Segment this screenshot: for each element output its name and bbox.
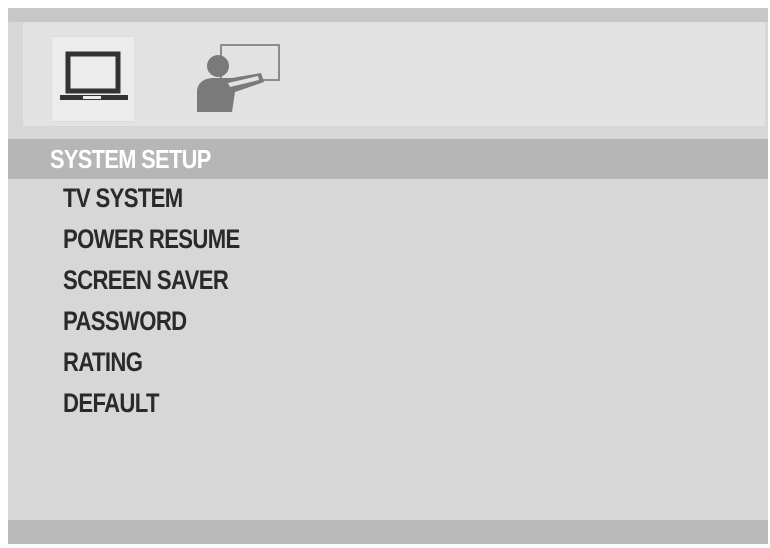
laptop-icon <box>60 51 128 100</box>
menu-item-rating[interactable]: RATING <box>63 342 240 383</box>
page-title: SYSTEM SETUP <box>50 144 211 174</box>
menu-item-password[interactable]: PASSWORD <box>63 301 240 342</box>
menu-item-screen-saver[interactable]: SCREEN SAVER <box>63 260 240 301</box>
menu-item-default[interactable]: DEFAULT <box>63 383 240 424</box>
top-border <box>8 8 768 22</box>
setup-category-bar <box>23 22 765 126</box>
setup-menu-screen: SYSTEM SETUP TV SYSTEM POWER RESUME SCRE… <box>8 8 768 544</box>
user-setup-tab[interactable] <box>187 42 283 114</box>
setup-options-list: TV SYSTEM POWER RESUME SCREEN SAVER PASS… <box>63 178 278 424</box>
section-header: SYSTEM SETUP <box>8 139 768 179</box>
bottom-status-bar <box>8 520 768 544</box>
menu-item-power-resume[interactable]: POWER RESUME <box>63 219 240 260</box>
user-presentation-icon <box>197 44 280 112</box>
menu-item-tv-system[interactable]: TV SYSTEM <box>63 178 240 219</box>
system-setup-tab[interactable] <box>51 36 135 122</box>
